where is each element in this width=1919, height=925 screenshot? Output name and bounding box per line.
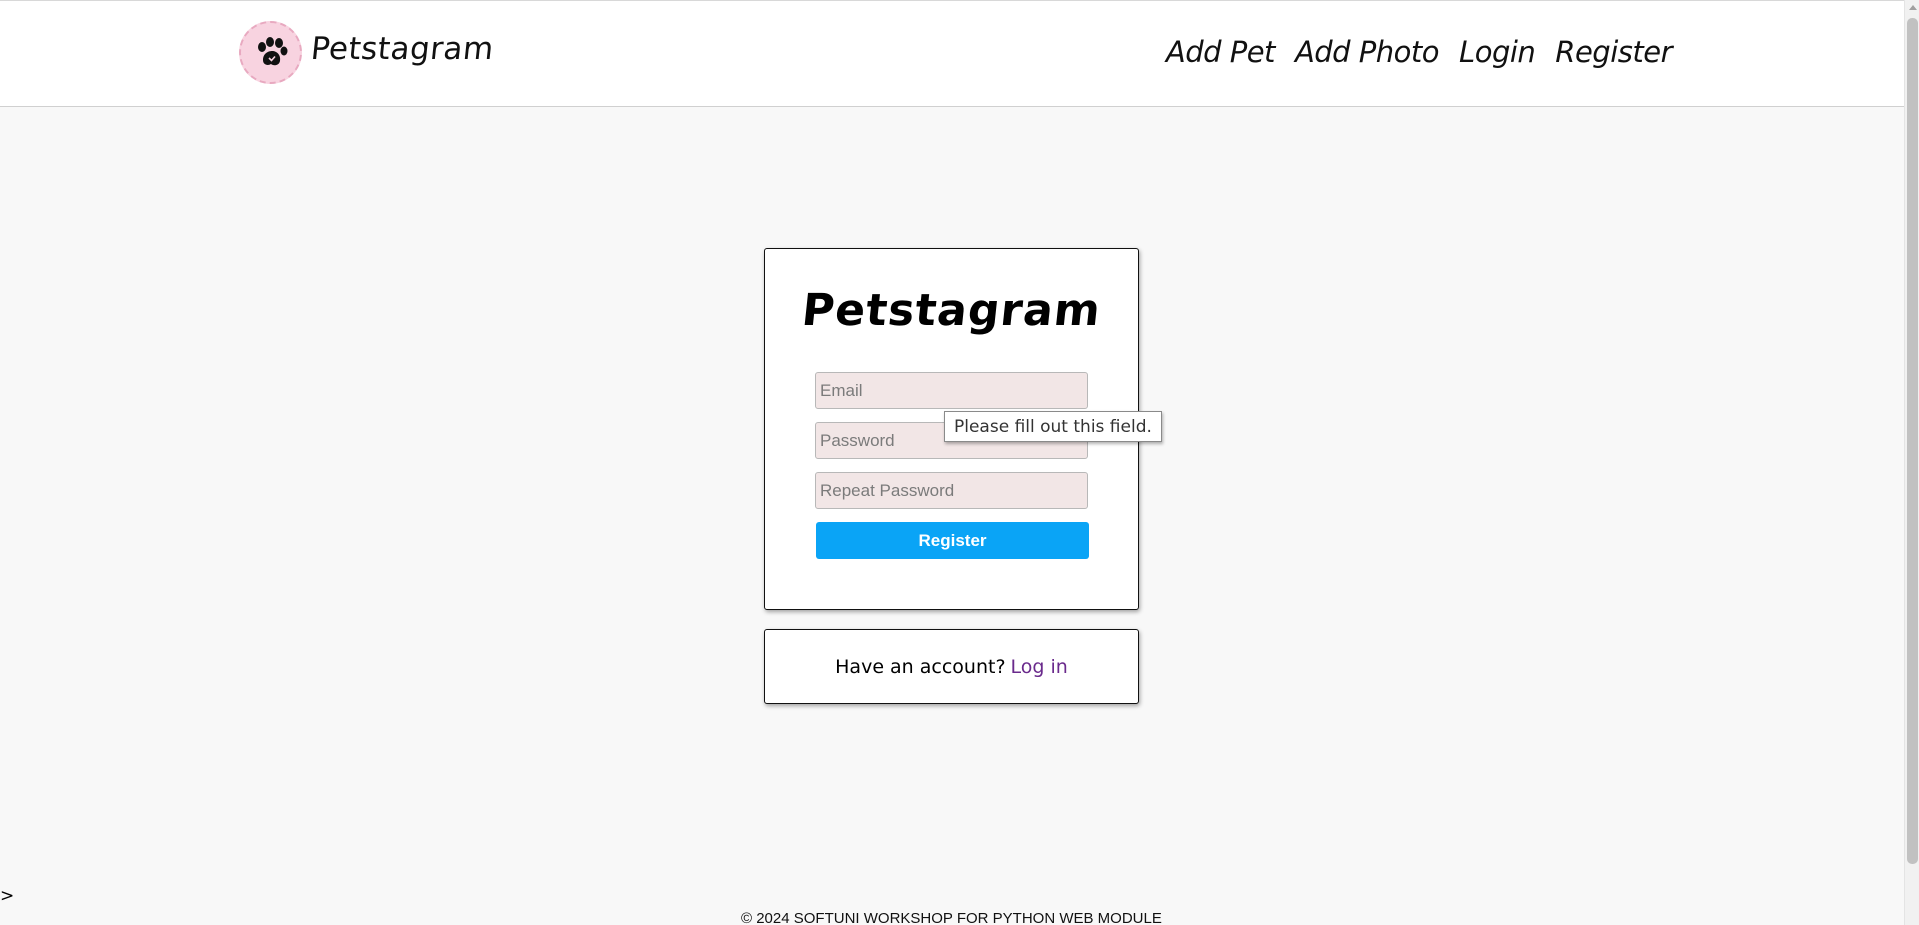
scroll-thumb[interactable]	[1907, 18, 1918, 864]
login-prompt-text: Have an account?	[835, 655, 1006, 678]
stray-text: >	[0, 886, 15, 906]
scrollbar[interactable]	[1904, 0, 1919, 925]
nav-add-pet[interactable]: Add Pet	[1166, 35, 1276, 69]
scroll-up-icon[interactable]	[1909, 5, 1917, 10]
email-field[interactable]	[815, 372, 1088, 409]
site-header: Petstagram Add Pet Add Photo Login Regis…	[0, 0, 1904, 107]
paw-icon[interactable]	[239, 21, 302, 84]
nav-register[interactable]: Register	[1555, 35, 1672, 69]
main-nav: Add Pet Add Photo Login Register	[1166, 35, 1673, 69]
login-link[interactable]: Log in	[1011, 656, 1068, 678]
nav-login[interactable]: Login	[1459, 35, 1536, 69]
brand-name[interactable]: Petstagram	[309, 31, 496, 67]
footer-copyright: © 2024 SOFTUNI WORKSHOP FOR PYTHON WEB M…	[741, 910, 1162, 925]
nav-add-photo[interactable]: Add Photo	[1295, 35, 1440, 69]
register-button[interactable]: Register	[816, 522, 1089, 559]
login-prompt-card: Have an account? Log in	[764, 629, 1139, 704]
validation-tooltip: Please fill out this field.	[944, 411, 1162, 442]
form-title: Petstagram	[799, 285, 1104, 336]
repeat-password-field[interactable]	[815, 472, 1088, 509]
